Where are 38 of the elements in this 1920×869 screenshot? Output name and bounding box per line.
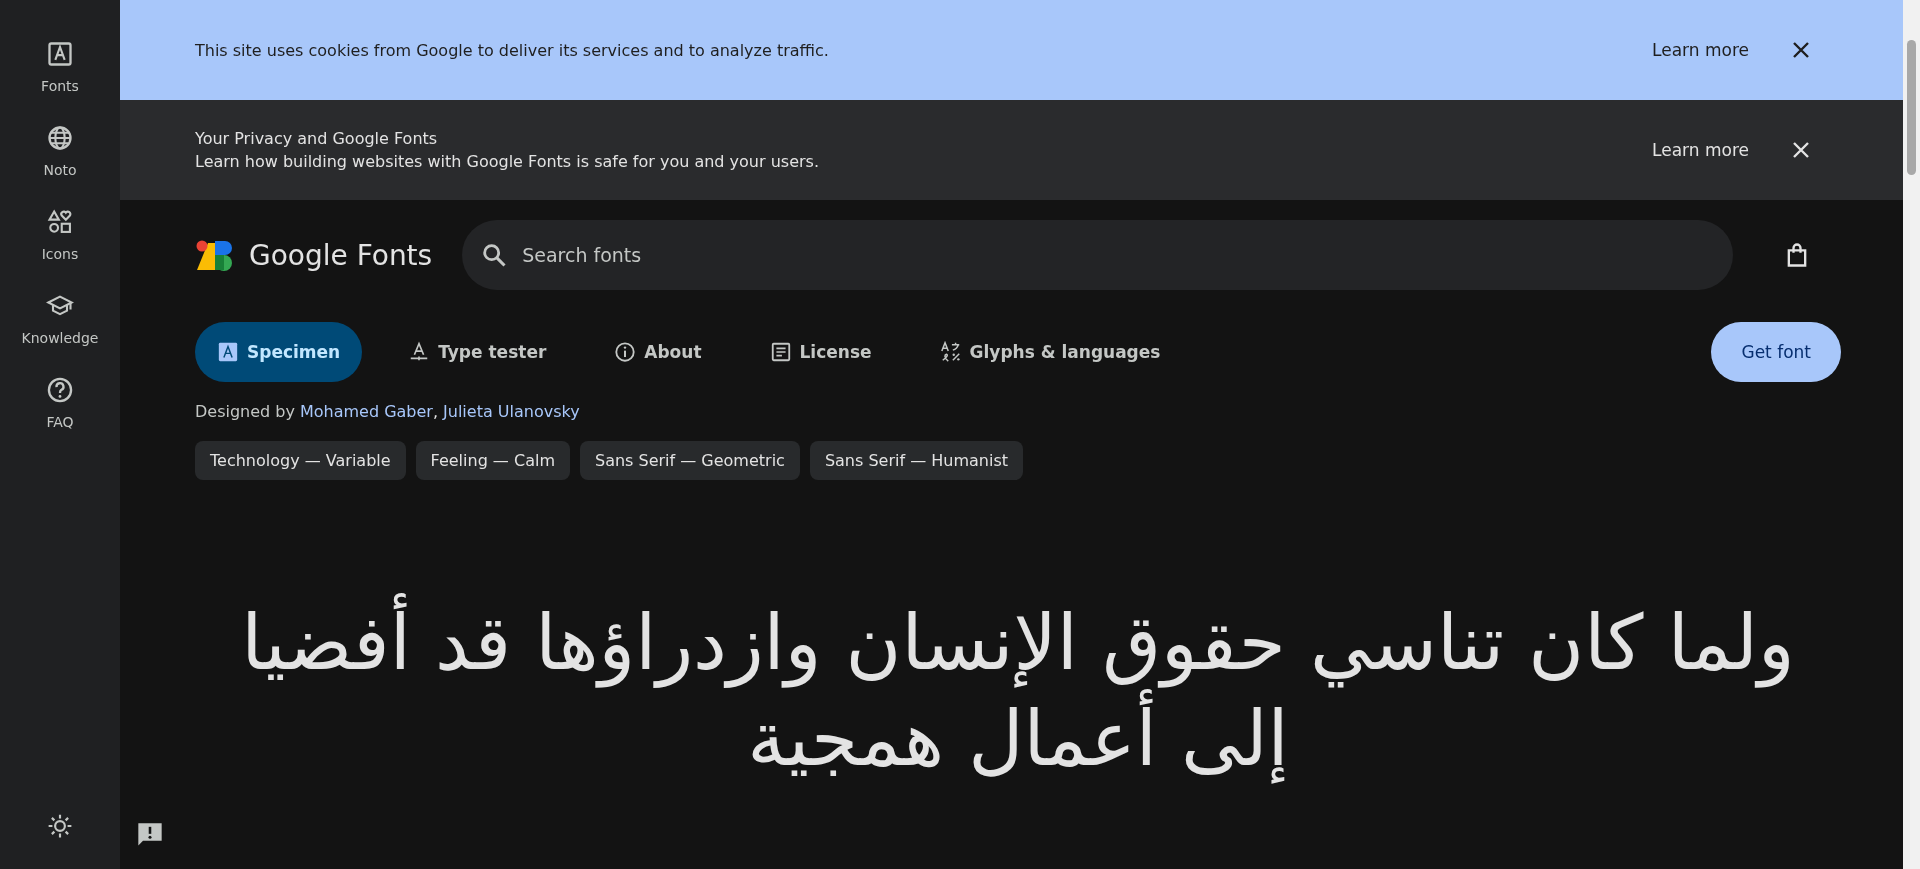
- info-icon: [614, 341, 637, 363]
- designed-by-label: Designed by: [195, 402, 295, 421]
- sidebar-item[interactable]: Fonts: [41, 40, 79, 94]
- specimen-text: ولما كان تناسي حقوق الإنسان وازدراؤها قد أفضيا إلى أعمال همجية: [238, 595, 1798, 787]
- cookie-message: This site uses cookies from Google to deliver its services and to analyze traffic.: [195, 40, 830, 60]
- document-icon: [769, 341, 792, 363]
- tab[interactable]: License: [747, 322, 894, 382]
- font-icon: [46, 40, 74, 68]
- designer-link[interactable]: Mohamed Gaber: [299, 402, 433, 421]
- sidebar-item[interactable]: Noto: [43, 124, 77, 178]
- search-field[interactable]: Search fonts: [462, 220, 1733, 290]
- tag-chip[interactable]: Sans Serif — Geometric: [579, 441, 800, 480]
- globe-icon: [46, 124, 74, 152]
- learn-more-link[interactable]: Learn more: [1652, 140, 1749, 160]
- font-icon: [217, 341, 239, 363]
- logo-icon[interactable]: [195, 239, 235, 271]
- banner-message: Learn how building websites with Google Fonts is safe for you and your users.: [195, 152, 820, 171]
- get-font-button[interactable]: Get font: [1711, 322, 1841, 382]
- tag-chip[interactable]: Sans Serif — Humanist: [809, 441, 1023, 480]
- sidebar-item[interactable]: Knowledge: [21, 292, 99, 346]
- learn-more-link[interactable]: Learn more: [1652, 40, 1749, 60]
- tag-chip[interactable]: Feeling — Calm: [415, 441, 570, 480]
- banner-title: Your Privacy and Google Fonts: [195, 129, 439, 148]
- separator: ,: [432, 402, 439, 421]
- sidebar-item[interactable]: Icons: [41, 208, 79, 262]
- help-icon: [46, 376, 74, 404]
- logo-text[interactable]: Google Fonts: [249, 238, 433, 272]
- sidebar-item[interactable]: FAQ: [46, 376, 74, 430]
- translate-icon: [939, 341, 962, 363]
- tab[interactable]: Type tester: [386, 322, 569, 382]
- tab[interactable]: Specimen: [195, 322, 363, 382]
- scrollbar[interactable]: [1903, 0, 1920, 869]
- tab[interactable]: About: [592, 322, 724, 382]
- tab[interactable]: Glyphs & languages: [917, 322, 1183, 382]
- designer-link[interactable]: Julieta Ulanovsky: [443, 402, 580, 421]
- theme-toggle-icon[interactable]: [47, 813, 73, 839]
- shapes-icon: [46, 208, 74, 236]
- tag-chip[interactable]: Technology — Variable: [195, 441, 406, 480]
